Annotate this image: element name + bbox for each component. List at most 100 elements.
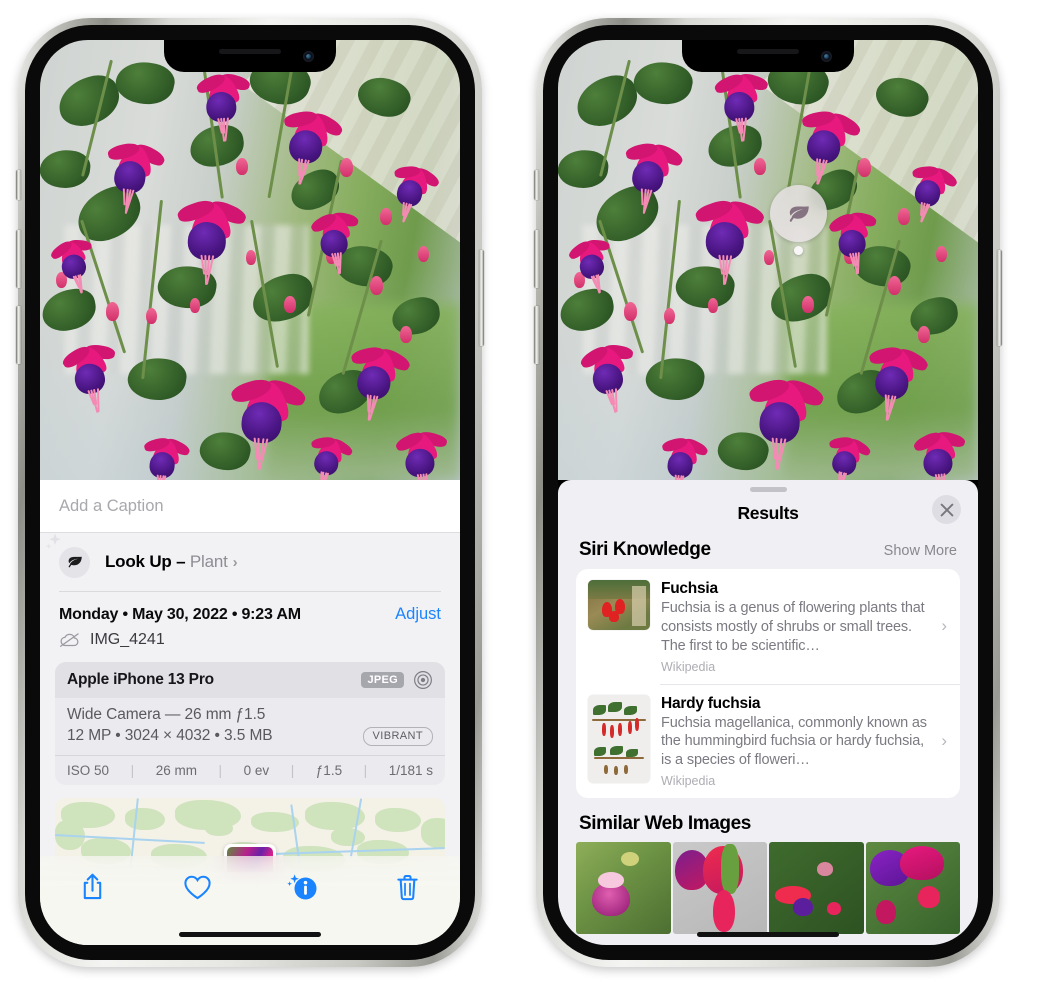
- fuchsia-bloom: [188, 66, 253, 142]
- photo-fuchsia[interactable]: [558, 40, 978, 480]
- fuchsia-bud: [754, 158, 766, 176]
- foliage: [907, 294, 961, 338]
- results-sheet: Results Siri Knowledge Show More Fuchsia…: [558, 480, 978, 945]
- similar-web-images-header: Similar Web Images: [558, 798, 978, 842]
- fuchsia-bloom: [815, 428, 874, 480]
- similar-web-images-strip[interactable]: [558, 842, 978, 935]
- stat-sep: |: [130, 762, 135, 778]
- leaf-icon-circle: [59, 546, 90, 578]
- fuchsia-bud: [418, 246, 430, 263]
- fuchsia-bud: [340, 158, 353, 177]
- show-more-button[interactable]: Show More: [884, 543, 957, 559]
- volume-down-button[interactable]: [16, 306, 21, 364]
- knowledge-row-fuchsia[interactable]: Fuchsia Fuchsia is a genus of flowering …: [576, 569, 960, 684]
- visual-look-up-anchor-dot: [794, 246, 803, 255]
- fuchsia-bud: [708, 298, 719, 314]
- results-title: Results: [737, 502, 799, 523]
- stat-shutter: 1/181 s: [388, 762, 434, 778]
- fuchsia-bloom: [684, 191, 766, 285]
- look-up-text: Look Up: [105, 552, 172, 571]
- front-camera: [821, 51, 832, 62]
- favorite-button[interactable]: [172, 867, 224, 907]
- fuchsia-bud: [284, 296, 296, 314]
- results-header: Results: [558, 492, 978, 534]
- fuchsia-bloom: [611, 132, 685, 214]
- fuchsia-bloom: [266, 99, 345, 186]
- capture-date: Monday • May 30, 2022 • 9:23 AM: [59, 605, 301, 623]
- foliage: [870, 69, 934, 125]
- volume-down-button[interactable]: [534, 306, 539, 364]
- volume-up-button[interactable]: [534, 230, 539, 288]
- fuchsia-bloom: [569, 335, 642, 416]
- fuchsia-bud: [624, 302, 637, 321]
- fuchsia-bloom: [820, 205, 882, 275]
- siri-knowledge-title: Siri Knowledge: [579, 539, 711, 560]
- map-green-area: [375, 807, 421, 832]
- close-button[interactable]: [932, 495, 961, 524]
- volume-up-button[interactable]: [16, 230, 21, 288]
- fuchsia-thumbnail: [588, 580, 650, 630]
- knowledge-title: Fuchsia: [661, 580, 718, 597]
- fuchsia-bloom: [335, 336, 413, 422]
- fuchsia-bud: [400, 326, 412, 344]
- fuchsia-bloom: [905, 423, 969, 480]
- foliage: [389, 294, 443, 338]
- web-image-thumbnail[interactable]: [576, 842, 671, 935]
- power-button[interactable]: [479, 250, 484, 346]
- fuchsia-bud: [190, 298, 201, 314]
- leaf-icon: [68, 556, 82, 568]
- fuchsia-plant-artwork: [558, 40, 978, 480]
- web-image-thumbnail[interactable]: [672, 842, 767, 935]
- fuchsia-bloom: [302, 205, 364, 275]
- fuchsia-bloom: [735, 367, 826, 470]
- mute-switch[interactable]: [16, 170, 21, 200]
- power-button[interactable]: [997, 250, 1002, 346]
- fuchsia-bud: [888, 276, 901, 295]
- close-icon: [940, 503, 953, 516]
- trash-icon: [397, 874, 418, 900]
- fuchsia-bud: [106, 302, 119, 321]
- home-indicator[interactable]: [697, 932, 839, 937]
- chevron-right-icon: ›: [941, 730, 947, 750]
- look-up-dash: –: [176, 552, 186, 571]
- fuchsia-bloom: [51, 335, 124, 416]
- resolution-info: 12 MP • 3024 × 4032 • 3.5 MB: [67, 727, 273, 744]
- fuchsia-bud: [370, 276, 383, 295]
- knowledge-row-hardy-fuchsia[interactable]: Hardy fuchsia Fuchsia magellanica, commo…: [576, 683, 960, 799]
- mute-switch[interactable]: [534, 170, 539, 200]
- web-image-thumbnail[interactable]: [769, 842, 864, 935]
- file-name: IMG_4241: [90, 630, 165, 648]
- camera-device: Apple iPhone 13 Pro: [67, 670, 214, 688]
- stat-sep: |: [218, 762, 223, 778]
- look-up-subject: Plant: [189, 552, 228, 571]
- fuchsia-bud: [918, 326, 930, 344]
- info-sheet: Add a Caption Look Up – Plant › Monday •…: [40, 480, 460, 945]
- home-indicator[interactable]: [179, 932, 321, 937]
- fuchsia-bud: [236, 158, 248, 176]
- caption-input[interactable]: Add a Caption: [40, 480, 460, 533]
- knowledge-description: Fuchsia magellanica, commonly known as t…: [661, 714, 927, 769]
- web-image-thumbnail[interactable]: [865, 842, 960, 935]
- screen-right: Results Siri Knowledge Show More Fuchsia…: [558, 40, 978, 945]
- siri-knowledge-card-list: Fuchsia Fuchsia is a genus of flowering …: [576, 569, 960, 799]
- notch: [682, 40, 854, 72]
- fuchsia-bloom: [853, 336, 931, 422]
- foliage: [570, 69, 644, 133]
- delete-button[interactable]: [382, 867, 434, 907]
- info-icon: [286, 874, 316, 900]
- front-camera: [303, 51, 314, 62]
- stat-aperture: ƒ1.5: [315, 762, 343, 778]
- map-green-area: [331, 827, 365, 846]
- photographic-style-badge: VIBRANT: [362, 726, 433, 746]
- share-button[interactable]: [67, 867, 119, 907]
- photo-fuchsia[interactable]: [40, 40, 460, 480]
- aperture-icon[interactable]: [413, 670, 433, 690]
- look-up-row[interactable]: Look Up – Plant ›: [40, 533, 460, 591]
- exif-body: Wide Camera — 26 mm ƒ1.5 12 MP • 3024 × …: [55, 698, 445, 755]
- earpiece-speaker: [737, 49, 799, 54]
- visual-look-up-badge[interactable]: [770, 185, 827, 242]
- fuchsia-bloom: [651, 429, 709, 480]
- fuchsia-bud: [858, 158, 871, 177]
- info-button[interactable]: [277, 867, 329, 907]
- adjust-button[interactable]: Adjust: [395, 605, 441, 624]
